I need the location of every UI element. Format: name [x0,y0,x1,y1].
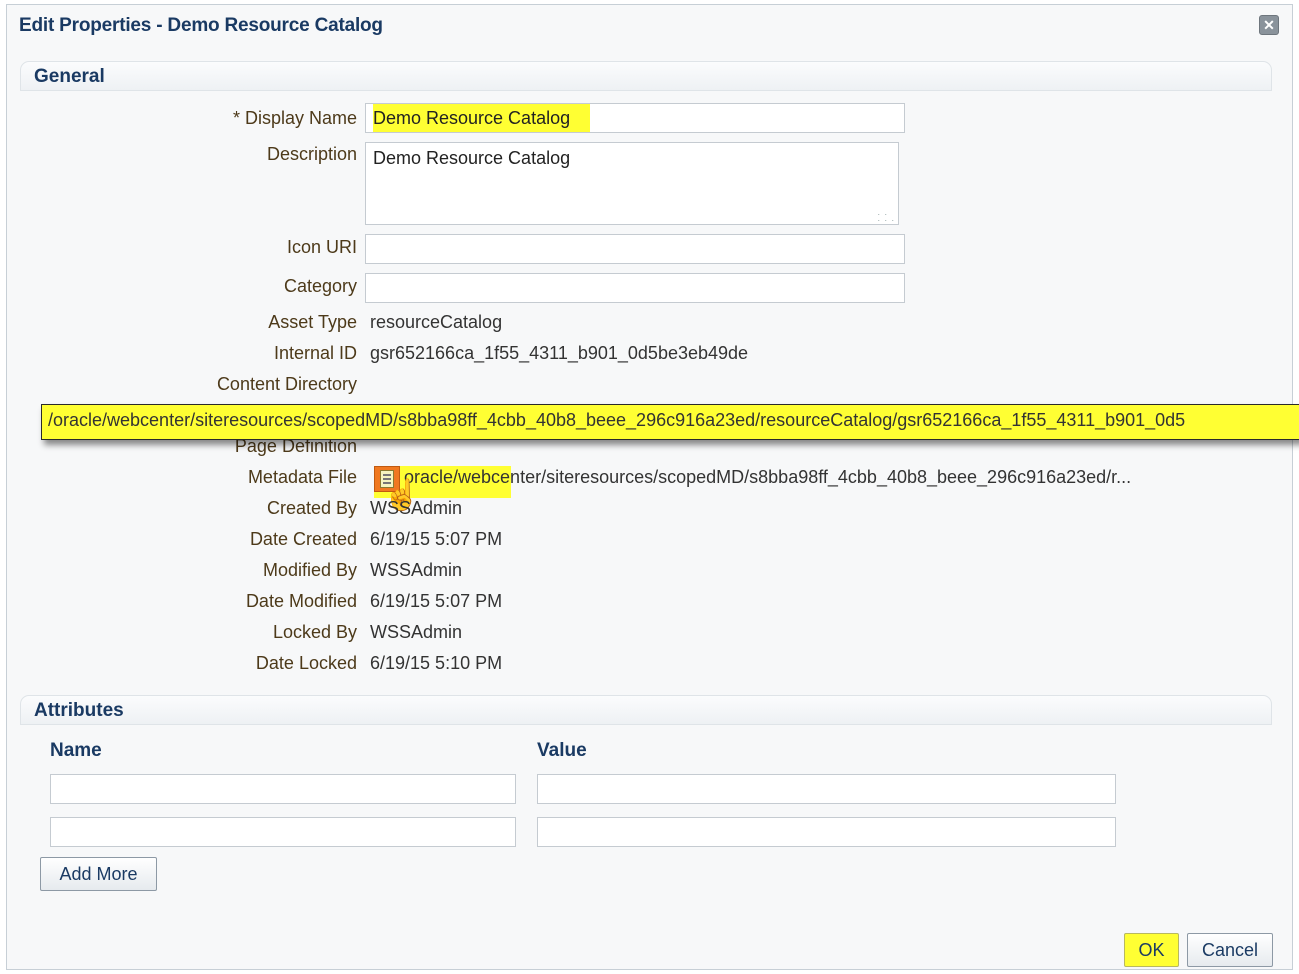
metadata-path-tooltip: /oracle/webcenter/siteresources/scopedMD… [41,404,1299,440]
display-name-label: * Display Name [232,108,357,128]
attributes-section-title: Attributes [34,700,124,721]
modified-by-label: Modified By [262,560,357,580]
internal-id-value: gsr652166ca_1f55_4311_b901_0d5be3eb49de [370,343,749,363]
icon-uri-label: Icon URI [286,237,357,257]
locked-by-value: WSSAdmin [370,622,463,642]
attributes-value-header: Value [537,740,587,761]
display-name-input[interactable]: Demo Resource Catalog [365,103,905,133]
category-input[interactable] [365,273,905,303]
icon-uri-input[interactable] [365,234,905,264]
internal-id-label: Internal ID [273,343,357,363]
add-more-button[interactable]: Add More [40,857,157,891]
resize-grip-icon[interactable]: . .. . . [877,208,895,223]
date-modified-label: Date Modified [245,591,357,611]
attribute-name-input[interactable] [50,774,516,804]
description-value: Demo Resource Catalog [373,148,571,168]
date-created-value: 6/19/15 5:07 PM [370,529,503,549]
dialog-title: Edit Properties - Demo Resource Catalog [19,15,383,36]
attributes-name-header: Name [50,740,102,761]
general-section-header[interactable]: General [20,61,1272,91]
modified-by-value: WSSAdmin [370,560,463,580]
asset-type-label: Asset Type [268,312,357,332]
created-by-value: WSSAdmin [370,498,463,518]
date-modified-value: 6/19/15 5:07 PM [370,591,503,611]
attribute-value-input[interactable] [537,817,1116,847]
cancel-button[interactable]: Cancel [1187,933,1273,967]
category-label: Category [283,276,357,296]
display-name-value: Demo Resource Catalog [373,104,591,132]
general-section-title: General [34,66,105,87]
content-directory-label: Content Directory [216,374,357,394]
metadata-file-label: Metadata File [247,467,357,487]
date-locked-label: Date Locked [255,653,357,673]
attributes-section-header[interactable]: Attributes [20,695,1272,725]
attribute-name-input[interactable] [50,817,516,847]
metadata-file-link[interactable]: oracle/webcenter/siteresources/scopedMD/… [404,467,1131,488]
ok-button[interactable]: OK [1124,933,1179,967]
close-icon[interactable]: ✕ [1259,15,1279,35]
attribute-value-input[interactable] [537,774,1116,804]
created-by-label: Created By [266,498,357,518]
date-locked-value: 6/19/15 5:10 PM [370,653,503,673]
asset-type-value: resourceCatalog [370,312,503,332]
locked-by-label: Locked By [272,622,357,642]
description-textarea[interactable]: Demo Resource Catalog . .. . . [365,142,899,225]
date-created-label: Date Created [249,529,357,549]
description-label: Description [266,144,357,164]
